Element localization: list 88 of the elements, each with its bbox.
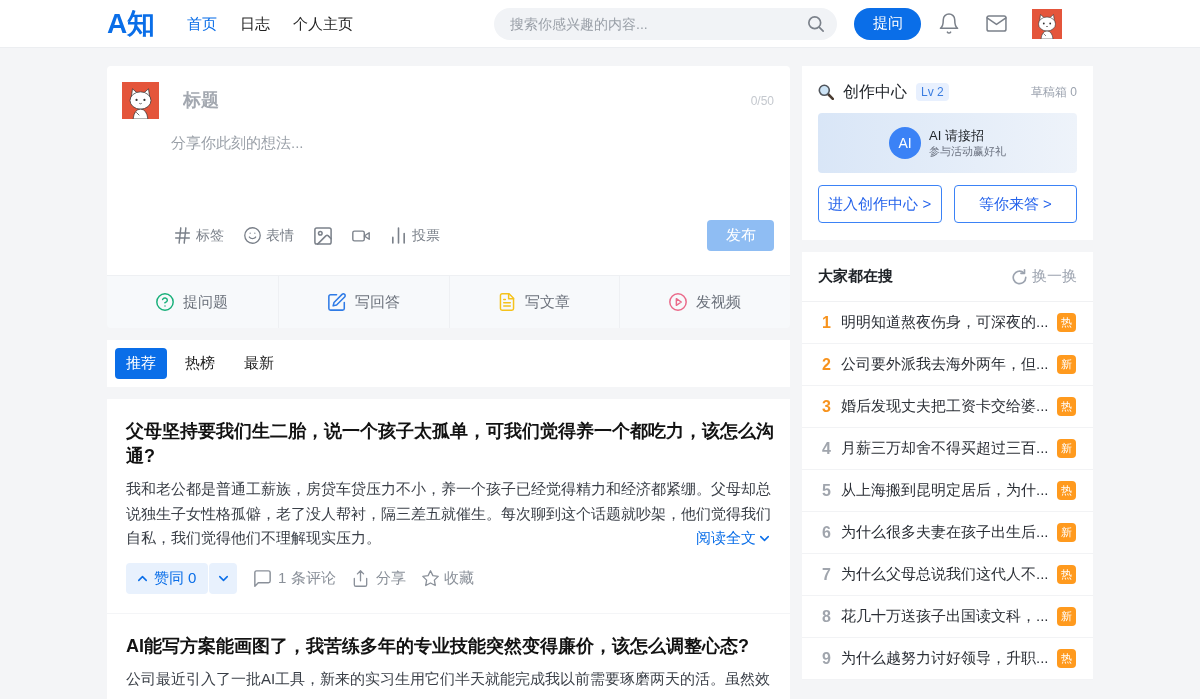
mail-icon[interactable] [986,15,1007,32]
post-excerpt: 公司最近引入了一批AI工具，新来的实习生用它们半天就能完成我以前需要琢磨两天的活。虽然效 [126,668,772,689]
avatar-icon[interactable] [1032,8,1062,39]
nav-link[interactable]: 日志 [240,13,271,34]
search-icon[interactable] [808,15,824,32]
bell-icon[interactable] [939,13,959,34]
rank-number: 3 [821,396,832,417]
favorite-button[interactable]: 收藏 [421,566,474,590]
read-more-link[interactable]: 阅读全文 [696,526,769,551]
post-field[interactable]: 分享你此刻的想法... [171,131,774,207]
search-topic-link[interactable]: 从上海搬到昆明定居后，为什... [841,479,1049,502]
play-circle-icon [669,293,688,311]
post-title[interactable]: AI能写方案能画图了，我苦练多年的专业技能突然变得廉价，该怎么调整心态? [126,633,776,659]
banner-title: AI 请接招 [929,127,985,144]
rank-number: 7 [821,564,832,585]
search-topic-link[interactable]: 为什么很多夫妻在孩子出生后... [841,521,1049,544]
panel-title: 创作中心 [843,82,907,102]
trend-tag: 热 [1057,313,1076,332]
bar-chart-icon [390,227,407,244]
post-video-button[interactable]: 发视频 [619,276,790,328]
ai-logo: AI [889,127,921,159]
banner-subtitle: 参与活动赢好礼 [929,144,1006,159]
speech-bubble-icon [254,569,271,587]
level-tag: Lv 2 [916,83,949,101]
pencil-square-icon [327,293,346,311]
downvote-button[interactable] [209,562,237,594]
rank-number: 1 [821,312,832,333]
panel-title: 大家都在搜 [818,266,893,287]
search-topic-link[interactable]: 婚后发现丈夫把工资卡交给婆... [841,395,1049,418]
nav-link[interactable]: 首页 [187,13,218,34]
smiley-icon [244,227,261,244]
feed-tab[interactable]: 热榜 [174,348,226,379]
post-title[interactable]: 父母坚持要我们生二胎，说一个孩子太孤单，可我们觉得养一个都吃力，该怎么沟通? [126,419,776,469]
rank-number: 2 [821,354,832,375]
rank-number: 5 [821,480,832,501]
trend-tag: 新 [1057,355,1076,374]
ask-button[interactable]: 提问 [854,7,921,40]
outline-button[interactable]: 进入创作中心 > [818,185,942,223]
trend-tag: 热 [1057,397,1076,416]
trend-tag: 新 [1057,523,1076,542]
promo-banner[interactable]: AI AI 请接招 参与活动赢好礼 [818,113,1077,173]
search-topic-link[interactable]: 为什么越努力讨好领导，升职... [841,647,1049,670]
outline-button[interactable]: 等你来答 > [953,185,1077,223]
drafts-link[interactable]: 草稿箱 0 [1031,83,1077,101]
poll-button[interactable]: 投票 [390,225,440,246]
trend-tag: 热 [1057,481,1076,500]
rank-number: 4 [821,438,832,459]
character-counter: 0/50 [750,92,774,110]
refresh-icon [1012,268,1027,285]
avatar-icon [122,82,159,119]
rank-number: 8 [821,606,832,627]
chevron-down-icon [760,535,769,541]
rank-number: 9 [821,648,832,669]
refresh-button[interactable]: 换一换 [1012,265,1077,288]
write-answer-button[interactable]: 写回答 [277,276,449,328]
trend-tag: 热 [1057,565,1076,584]
question-circle-icon [156,293,175,311]
share-button[interactable]: 分享 [352,566,406,590]
logo[interactable]: A知 [107,7,156,40]
title-field[interactable]: 标题 [171,82,751,119]
image-icon[interactable] [314,226,332,245]
search-topic-link[interactable]: 花几十万送孩子出国读文科，... [841,605,1049,628]
post-excerpt: 我和老公都是普通工薪族，房贷车贷压力不小，养一个孩子已经觉得精力和经济都紧绷。父母却总说独生子女性格孤僻，老了没人帮衬，隔三差五就催生。每次聊到这个话题就吵架，他们觉得我们自私，我们觉得他们不理解现实压力。 阅读全文 [126,477,776,551]
hash-icon [174,227,191,244]
magnifier-icon [818,84,834,100]
trend-tag: 新 [1057,439,1076,458]
upvote-button[interactable]: 赞同 0 [126,562,208,594]
comment-button[interactable]: 1 条评论 [254,566,336,590]
document-icon [498,293,517,311]
trend-tag: 热 [1057,649,1076,668]
rank-number: 6 [821,522,832,543]
feed-tab[interactable]: 推荐 [115,348,167,379]
write-article-button[interactable]: 写文章 [448,276,620,328]
nav-link[interactable]: 个人主页 [293,13,354,34]
share-icon [352,569,368,587]
emoji-button[interactable]: 表情 [244,225,294,246]
tag-button[interactable]: 标签 [174,225,224,246]
search-topic-link[interactable]: 月薪三万却舍不得买超过三百... [841,437,1049,460]
search-topic-link[interactable]: 为什么父母总说我们这代人不... [841,563,1049,586]
search-field[interactable]: 搜索你感兴趣的内容... [494,7,837,40]
feed-tab[interactable]: 最新 [233,348,285,379]
trend-tag: 新 [1057,607,1076,626]
search-topic-link[interactable]: 公司要外派我去海外两年，但... [841,353,1049,376]
chevron-up-icon [137,575,147,581]
star-icon [421,569,439,587]
ask-question-button[interactable]: 提问题 [107,276,278,328]
search-topic-link[interactable]: 明明知道熬夜伤身，可深夜的... [841,311,1049,334]
chevron-down-icon [218,575,228,581]
